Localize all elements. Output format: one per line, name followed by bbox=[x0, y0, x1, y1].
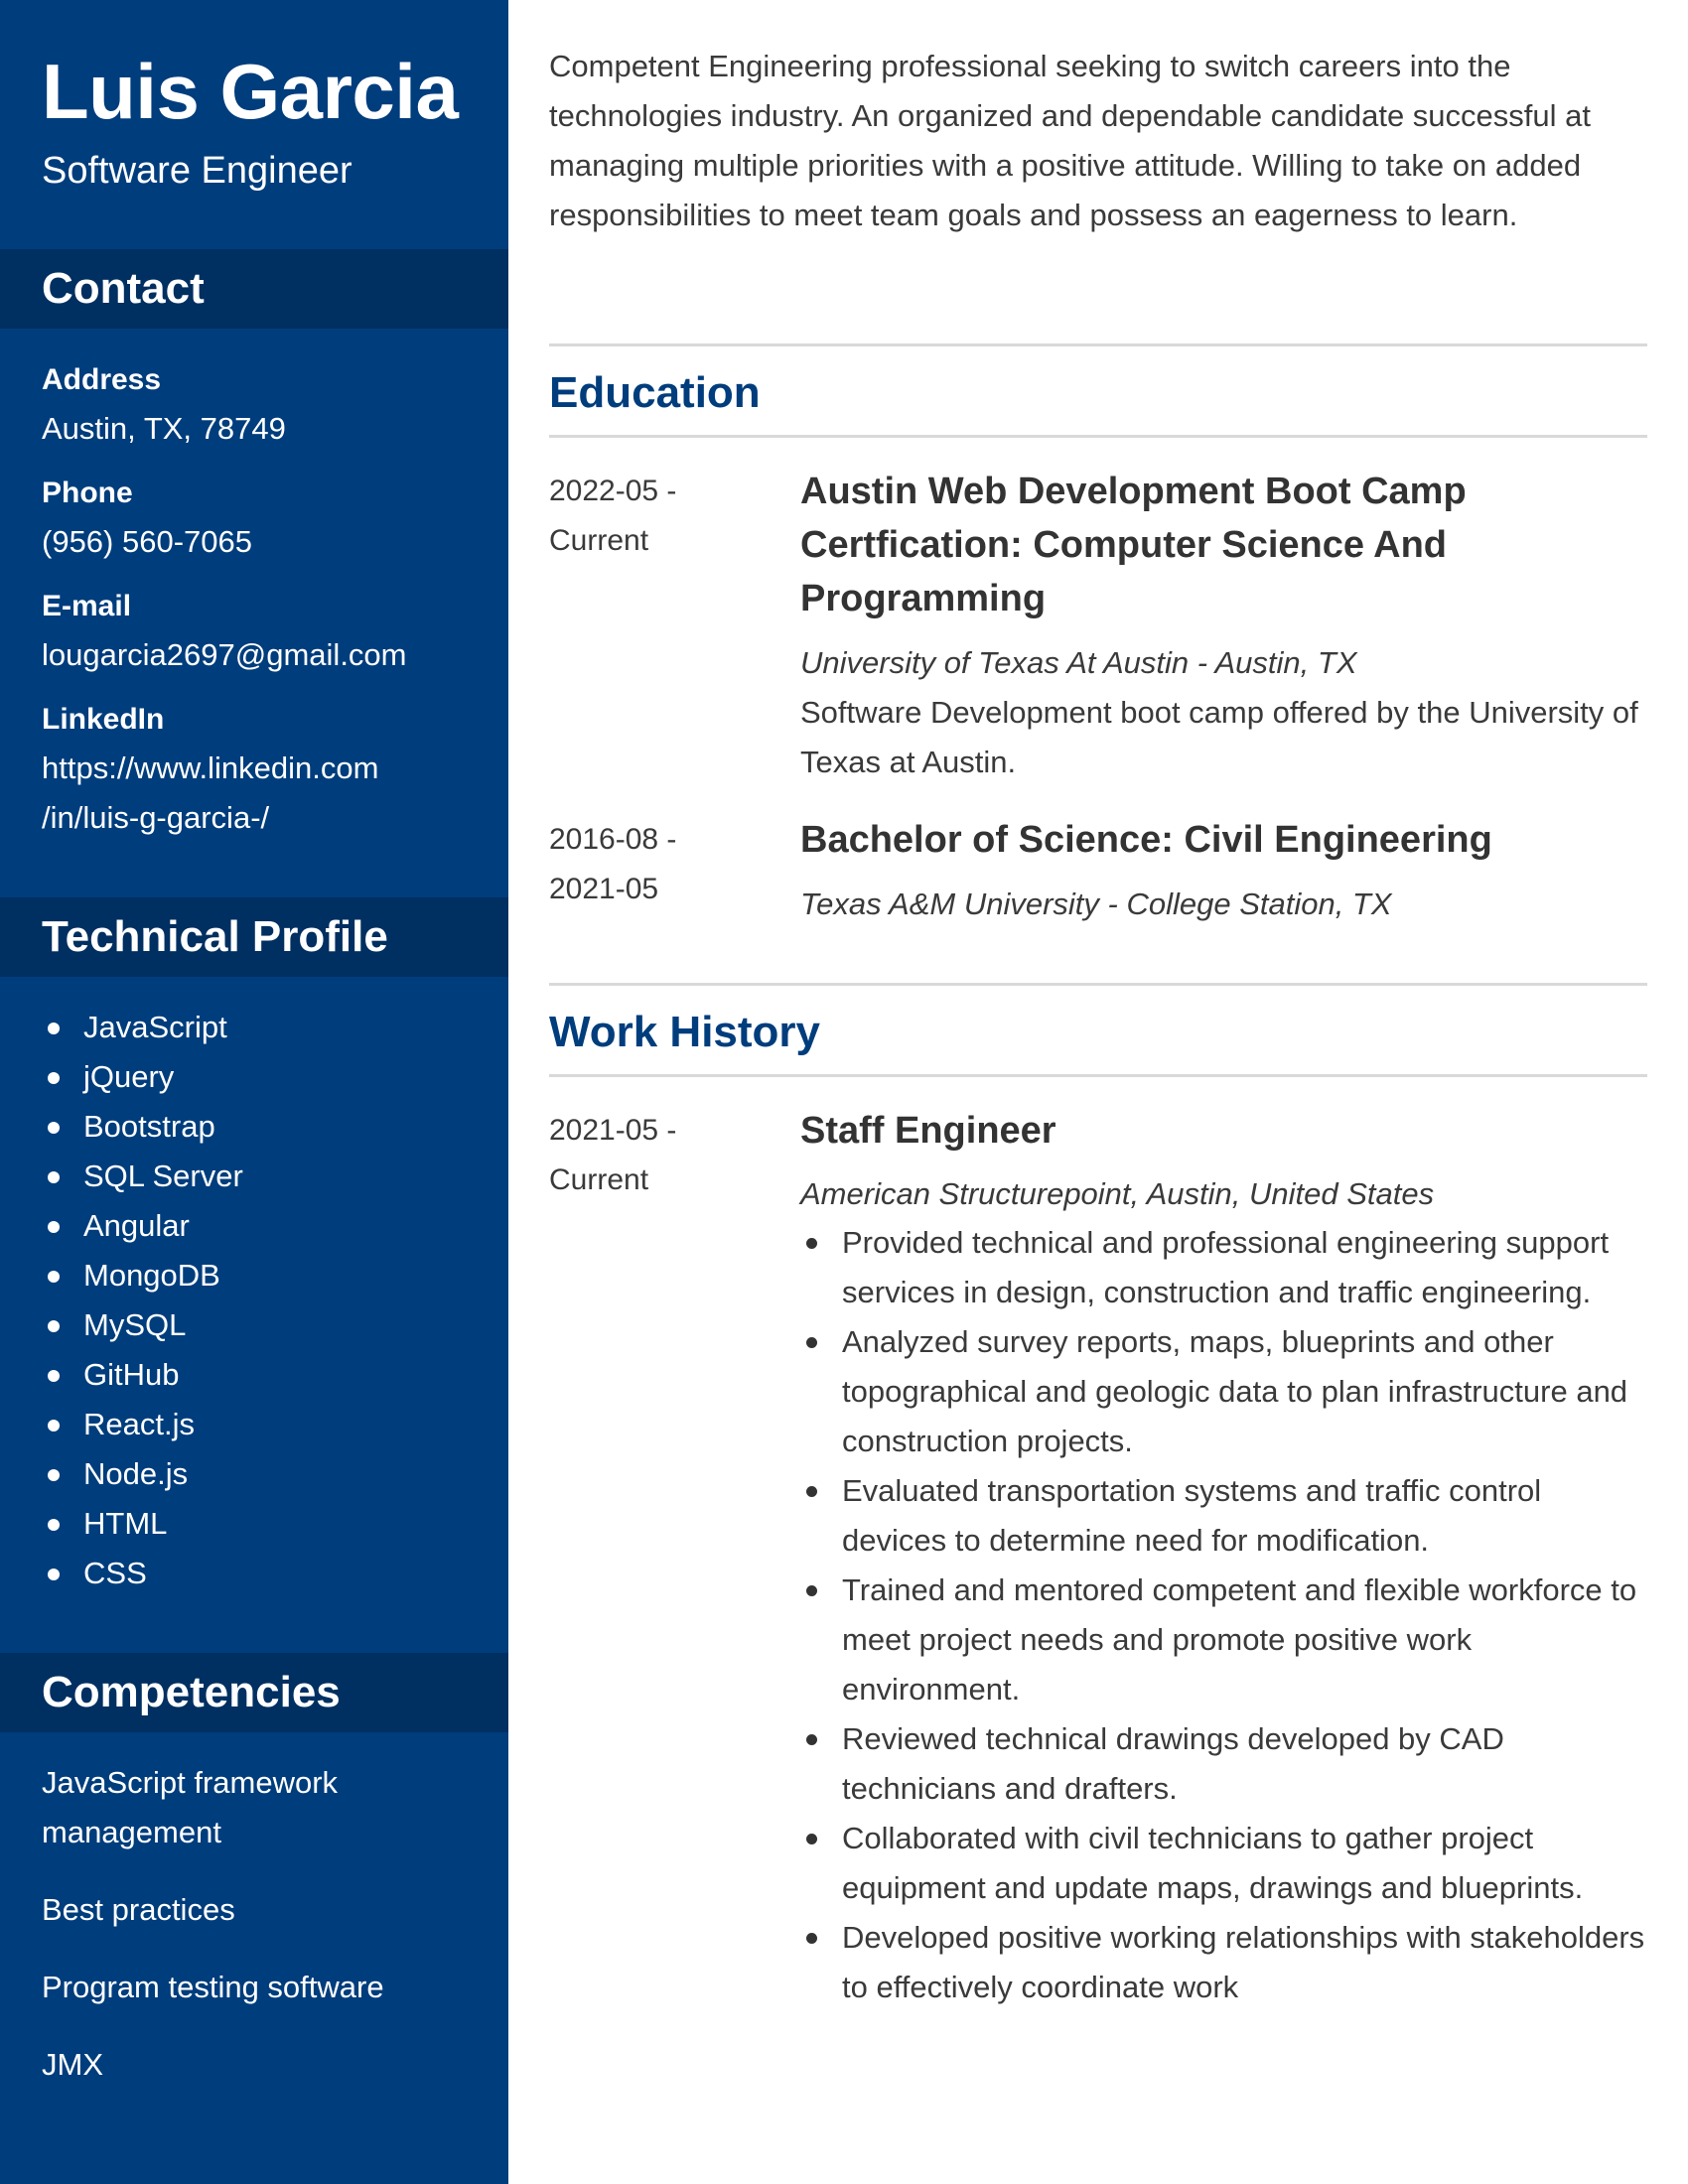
phone-label: Phone bbox=[42, 477, 133, 509]
technical-profile-list: JavaScript jQuery Bootstrap SQL Server A… bbox=[42, 1003, 243, 1598]
education-title: Bachelor of Science: Civil Engineering bbox=[800, 819, 1492, 861]
skill-label: Node.js bbox=[83, 1456, 189, 1491]
competency-item: Program testing software bbox=[42, 1970, 384, 2004]
responsibility-text: Evaluated transportation systems and tra… bbox=[842, 1473, 1542, 1558]
education-date-start: 2022-05 - bbox=[549, 475, 677, 507]
skill-item: MongoDB bbox=[42, 1251, 243, 1300]
responsibility-item: Evaluated transportation systems and tra… bbox=[800, 1466, 1647, 1566]
skill-label: GitHub bbox=[83, 1357, 180, 1392]
skill-label: Angular bbox=[83, 1208, 190, 1243]
education-institution: University of Texas At Austin - Austin, … bbox=[800, 645, 1357, 680]
candidate-name: Luis Garcia bbox=[42, 48, 459, 135]
bullet-icon bbox=[806, 1933, 817, 1944]
linkedin-label: LinkedIn bbox=[42, 703, 165, 736]
email-value[interactable]: lougarcia2697@gmail.com bbox=[42, 630, 479, 680]
bullet-icon bbox=[48, 1072, 60, 1084]
candidate-role: Software Engineer bbox=[42, 150, 352, 192]
education-date-end: 2021-05 bbox=[549, 873, 659, 905]
competencies-heading: Competencies bbox=[0, 1653, 508, 1732]
skill-item: JavaScript bbox=[42, 1003, 243, 1052]
bullet-icon bbox=[48, 1320, 60, 1332]
skill-item: GitHub bbox=[42, 1350, 243, 1400]
section-divider bbox=[549, 435, 1647, 438]
skill-item: HTML bbox=[42, 1499, 243, 1549]
work-date-start: 2021-05 - bbox=[549, 1114, 677, 1147]
contact-heading: Contact bbox=[0, 249, 508, 329]
bullet-icon bbox=[48, 1023, 60, 1034]
bullet-icon bbox=[806, 1337, 817, 1348]
skill-item: CSS bbox=[42, 1549, 243, 1598]
bullet-icon bbox=[48, 1370, 60, 1382]
skill-label: React.js bbox=[83, 1407, 195, 1441]
bullet-icon bbox=[806, 1834, 817, 1844]
responsibility-item: Analyzed survey reports, maps, blueprint… bbox=[800, 1317, 1647, 1466]
competency-item: JavaScript framework management bbox=[42, 1765, 339, 1849]
technical-profile-heading: Technical Profile bbox=[0, 897, 508, 977]
skill-label: MySQL bbox=[83, 1307, 187, 1342]
responsibility-item: Developed positive working relationships… bbox=[800, 1913, 1647, 2012]
skill-item: SQL Server bbox=[42, 1152, 243, 1201]
responsibility-text: Reviewed technical drawings developed by… bbox=[842, 1721, 1504, 1806]
responsibility-item: Reviewed technical drawings developed by… bbox=[800, 1714, 1647, 1814]
responsibility-item: Collaborated with civil technicians to g… bbox=[800, 1814, 1647, 1913]
skill-label: CSS bbox=[83, 1556, 147, 1590]
sidebar: Luis Garcia Software Engineer Contact Ad… bbox=[0, 0, 508, 2184]
professional-summary: Competent Engineering professional seeki… bbox=[549, 49, 1591, 232]
job-responsibilities: Provided technical and professional engi… bbox=[800, 1218, 1647, 2012]
competency-item: Best practices bbox=[42, 1892, 235, 1927]
responsibility-text: Developed positive working relationships… bbox=[842, 1920, 1645, 2004]
education-date-start: 2016-08 - bbox=[549, 823, 677, 856]
skill-item: Angular bbox=[42, 1201, 243, 1251]
responsibility-text: Trained and mentored competent and flexi… bbox=[842, 1572, 1637, 1706]
section-divider bbox=[549, 343, 1647, 346]
education-description: Software Development boot camp offered b… bbox=[800, 695, 1638, 779]
job-title: Staff Engineer bbox=[800, 1110, 1056, 1152]
bullet-icon bbox=[806, 1734, 817, 1745]
competency-item: JMX bbox=[42, 2047, 103, 2082]
section-divider bbox=[549, 1074, 1647, 1077]
responsibility-text: Provided technical and professional engi… bbox=[842, 1225, 1610, 1309]
skill-item: Node.js bbox=[42, 1449, 243, 1499]
bullet-icon bbox=[48, 1519, 60, 1531]
work-date-end: Current bbox=[549, 1163, 649, 1196]
skill-label: HTML bbox=[83, 1506, 168, 1541]
education-title: Austin Web Development Boot Camp Certfic… bbox=[800, 471, 1467, 619]
bullet-icon bbox=[48, 1221, 60, 1233]
bullet-icon bbox=[48, 1420, 60, 1432]
skill-label: jQuery bbox=[83, 1059, 175, 1094]
skill-label: SQL Server bbox=[83, 1159, 243, 1193]
skill-label: Bootstrap bbox=[83, 1109, 215, 1144]
skill-item: MySQL bbox=[42, 1300, 243, 1350]
responsibility-text: Analyzed survey reports, maps, blueprint… bbox=[842, 1324, 1628, 1458]
bullet-icon bbox=[806, 1585, 817, 1596]
skill-label: JavaScript bbox=[83, 1010, 227, 1044]
email-label: E-mail bbox=[42, 590, 132, 622]
main-content: Competent Engineering professional seeki… bbox=[549, 0, 1647, 2184]
education-institution: Texas A&M University - College Station, … bbox=[800, 887, 1392, 921]
responsibility-item: Trained and mentored competent and flexi… bbox=[800, 1566, 1647, 1714]
address-value: Austin, TX, 78749 bbox=[42, 411, 286, 446]
skill-item: Bootstrap bbox=[42, 1102, 243, 1152]
skill-label: MongoDB bbox=[83, 1258, 220, 1293]
address-label: Address bbox=[42, 363, 162, 396]
section-divider bbox=[549, 983, 1647, 986]
education-date-end: Current bbox=[549, 524, 649, 557]
skill-item: React.js bbox=[42, 1400, 243, 1449]
bullet-icon bbox=[806, 1486, 817, 1497]
bullet-icon bbox=[48, 1469, 60, 1481]
responsibility-text: Collaborated with civil technicians to g… bbox=[842, 1821, 1584, 1905]
bullet-icon bbox=[806, 1238, 817, 1249]
bullet-icon bbox=[48, 1171, 60, 1183]
education-heading: Education bbox=[549, 368, 761, 417]
bullet-icon bbox=[48, 1122, 60, 1134]
bullet-icon bbox=[48, 1271, 60, 1283]
phone-value: (956) 560-7065 bbox=[42, 524, 252, 559]
linkedin-url-line1[interactable]: https://www.linkedin.com bbox=[42, 744, 479, 793]
skill-item: jQuery bbox=[42, 1052, 243, 1102]
company-name: American Structurepoint, Austin, United … bbox=[800, 1176, 1435, 1211]
work-history-heading: Work History bbox=[549, 1008, 821, 1056]
linkedin-url-line2[interactable]: /in/luis-g-garcia-/ bbox=[42, 793, 479, 843]
bullet-icon bbox=[48, 1569, 60, 1580]
responsibility-item: Provided technical and professional engi… bbox=[800, 1218, 1647, 1317]
